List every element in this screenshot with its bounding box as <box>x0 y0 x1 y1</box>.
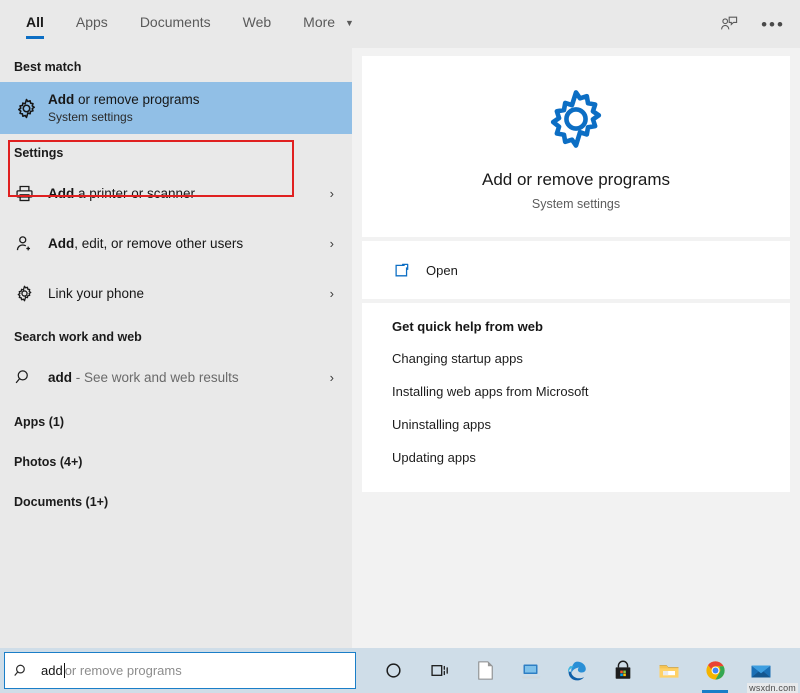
ellipsis-icon[interactable]: ••• <box>760 11 786 37</box>
add-user-icon <box>14 233 48 254</box>
result-text: add - See work and web results <box>48 369 330 386</box>
open-button[interactable]: Open <box>362 253 790 287</box>
windows-search-overlay: All Apps Documents Web More ▼ ••• Best m… <box>0 0 800 693</box>
result-title: add - See work and web results <box>48 369 330 386</box>
edge-browser-icon[interactable] <box>554 648 600 693</box>
result-text: Add, edit, or remove other users <box>48 235 330 252</box>
result-title-rest: a printer or scanner <box>74 185 196 201</box>
chrome-browser-icon[interactable] <box>692 648 738 693</box>
result-title-bold: add <box>48 369 73 385</box>
result-add-edit-remove-users[interactable]: Add, edit, or remove other users › <box>0 218 352 268</box>
result-title: Add, edit, or remove other users <box>48 235 330 252</box>
help-link-changing-startup-apps[interactable]: Changing startup apps <box>362 342 790 375</box>
preview-hero-card: Add or remove programs System settings <box>362 56 790 237</box>
watermark-label: wsxdn.com <box>747 683 798 693</box>
document-icon[interactable] <box>462 648 508 693</box>
tabbar-actions: ••• <box>716 0 800 48</box>
tab-all[interactable]: All <box>10 0 60 48</box>
result-text: Link your phone <box>48 285 330 302</box>
search-results-panel: Best match Add or remove programs System… <box>0 48 352 648</box>
result-title-bold: Add <box>48 92 75 107</box>
preview-title: Add or remove programs <box>481 170 671 189</box>
tab-list: All Apps Documents Web More ▼ <box>0 0 370 48</box>
tab-documents[interactable]: Documents <box>124 0 227 48</box>
count-documents[interactable]: Documents (1+) <box>0 482 352 522</box>
quick-help-header: Get quick help from web <box>392 319 543 334</box>
result-add-or-remove-programs[interactable]: Add or remove programs System settings <box>0 82 352 134</box>
chevron-right-icon[interactable]: › <box>330 370 342 385</box>
result-see-work-and-web-results[interactable]: add - See work and web results › <box>0 352 352 402</box>
result-title-rest: or remove programs <box>74 92 200 107</box>
result-title-bold: Add <box>48 235 75 251</box>
chevron-right-icon[interactable]: › <box>330 286 342 301</box>
taskbar-search-input[interactable]: add or remove programs <box>4 652 356 689</box>
tab-web-label: Web <box>242 14 272 30</box>
result-subtitle: System settings <box>48 110 133 124</box>
search-work-web-header: Search work and web <box>14 330 142 344</box>
tab-web[interactable]: Web <box>227 0 288 48</box>
count-photos[interactable]: Photos (4+) <box>0 442 352 482</box>
gear-icon <box>14 96 48 121</box>
search-filter-tabbar: All Apps Documents Web More ▼ ••• <box>0 0 800 48</box>
search-typed-value: add <box>41 663 63 678</box>
microsoft-store-icon[interactable] <box>600 648 646 693</box>
search-ghost-suggestion: or remove programs <box>64 663 182 678</box>
tab-more-label: More <box>303 14 336 30</box>
quick-help-card: Get quick help from web Changing startup… <box>362 303 790 492</box>
tab-apps-label: Apps <box>75 14 108 30</box>
cortana-icon[interactable] <box>370 648 416 693</box>
chevron-right-icon[interactable]: › <box>330 236 342 251</box>
chevron-right-icon[interactable]: › <box>330 186 342 201</box>
help-link-uninstalling-apps[interactable]: Uninstalling apps <box>362 408 790 441</box>
preview-actions-card: Open <box>362 241 790 299</box>
taskbar: add or remove programs wsxdn.com <box>0 648 800 693</box>
preview-subtitle: System settings <box>531 197 621 211</box>
open-external-icon <box>392 261 426 280</box>
taskbar-tray <box>356 648 784 693</box>
settings-section-header: Settings <box>14 146 64 160</box>
feedback-person-icon[interactable] <box>716 11 742 37</box>
gear-icon <box>362 82 790 156</box>
help-link-updating-apps[interactable]: Updating apps <box>362 441 790 474</box>
tab-apps[interactable]: Apps <box>60 0 124 48</box>
help-link-installing-web-apps[interactable]: Installing web apps from Microsoft <box>362 375 790 408</box>
tab-documents-label: Documents <box>139 14 211 30</box>
search-icon <box>14 367 48 387</box>
result-add-printer-or-scanner[interactable]: Add a printer or scanner › <box>0 168 352 218</box>
chevron-down-icon: ▼ <box>344 18 354 29</box>
search-text: add or remove programs <box>41 663 182 678</box>
result-title-rest: - See work and web results <box>72 369 239 385</box>
open-button-label: Open <box>426 262 458 278</box>
file-explorer-icon[interactable] <box>646 648 692 693</box>
result-link-your-phone[interactable]: Link your phone › <box>0 268 352 318</box>
best-match-header: Best match <box>14 60 82 74</box>
task-view-icon[interactable] <box>416 648 462 693</box>
gear-icon <box>14 283 48 304</box>
result-title-rest: Link your phone <box>48 285 145 301</box>
result-text: Add or remove programs System settings <box>48 91 342 125</box>
result-title-rest: , edit, or remove other users <box>74 235 244 251</box>
search-icon <box>13 662 41 679</box>
result-title: Link your phone <box>48 285 330 302</box>
result-title: Add or remove programs <box>48 91 342 108</box>
result-title-bold: Add <box>48 185 75 201</box>
remote-desktop-icon[interactable] <box>508 648 554 693</box>
result-title: Add a printer or scanner <box>48 185 330 202</box>
tab-more[interactable]: More ▼ <box>287 0 370 48</box>
printer-icon <box>14 183 48 204</box>
tab-all-label: All <box>26 14 44 30</box>
result-text: Add a printer or scanner <box>48 185 330 202</box>
result-preview-panel: Add or remove programs System settings O… <box>352 48 800 648</box>
count-apps[interactable]: Apps (1) <box>0 402 352 442</box>
